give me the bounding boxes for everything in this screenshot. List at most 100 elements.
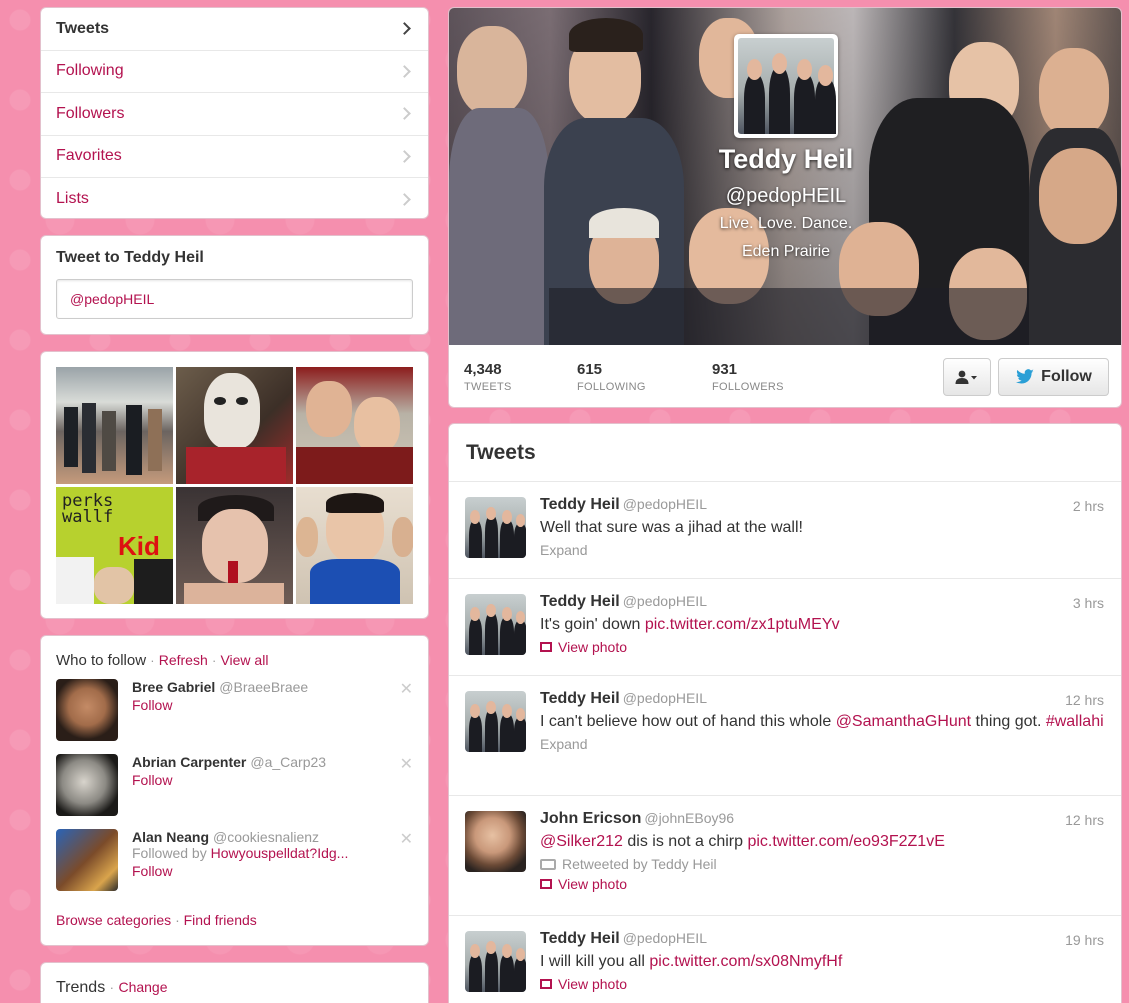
avatar[interactable]: [56, 679, 118, 741]
trends-title: Trends: [56, 979, 106, 996]
pic-link[interactable]: pic.twitter.com/zx1ptuMEYv: [645, 616, 840, 633]
nav-following-label: Following: [56, 62, 124, 80]
hashtag-link[interactable]: #wallahi: [1046, 713, 1104, 730]
change-trends-link[interactable]: Change: [118, 979, 167, 995]
separator: ·: [150, 653, 155, 668]
expand-link[interactable]: Expand: [540, 542, 1105, 558]
photo-thumb[interactable]: perks wallf Kid: [56, 487, 173, 604]
photo-thumb[interactable]: [176, 367, 293, 484]
tweet[interactable]: Teddy Heil @pedopHEIL 3 hrs It's goin' do…: [449, 579, 1121, 676]
close-icon[interactable]: ✕: [400, 754, 413, 774]
suggestion-name[interactable]: Bree Gabriel: [132, 679, 215, 695]
tweet-stream: Tweets Teddy Heil @pedopHEIL 2 hrs Well t…: [448, 423, 1122, 1003]
browse-categories-link[interactable]: Browse categories: [56, 912, 171, 928]
followed-by-label: Followed by: [132, 845, 207, 861]
tweet-timestamp[interactable]: 12 hrs: [1065, 692, 1104, 708]
stat-followers[interactable]: 931 FOLLOWERS: [712, 361, 824, 393]
tweet-author-name[interactable]: Teddy Heil: [540, 690, 620, 707]
find-friends-link[interactable]: Find friends: [184, 912, 257, 928]
stat-label: FOLLOWERS: [712, 381, 784, 393]
nav-favorites[interactable]: Favorites: [41, 136, 428, 178]
view-photo-link[interactable]: View photo: [540, 976, 1105, 992]
view-photo-link[interactable]: View photo: [540, 876, 1105, 892]
close-icon[interactable]: ✕: [400, 829, 413, 849]
profile-nav: Tweets Following Followers Favorites Lis…: [40, 7, 429, 219]
avatar[interactable]: [465, 931, 526, 992]
tweet[interactable]: John Ericson @johnEBoy96 12 hrs @Silker21…: [449, 796, 1121, 916]
tweet-author-handle: @pedopHEIL: [622, 930, 707, 946]
suggestion-name[interactable]: Abrian Carpenter: [132, 754, 246, 770]
avatar[interactable]: [465, 497, 526, 558]
stat-value: 4,348: [464, 361, 502, 378]
stat-following[interactable]: 615 FOLLOWING: [577, 361, 712, 393]
retweeted-by: Retweeted by Teddy Heil: [540, 856, 1105, 872]
separator: ·: [109, 980, 114, 995]
tweet-text: It's goin' down: [540, 616, 645, 633]
tweet[interactable]: Teddy Heil @pedopHEIL 2 hrs Well that sur…: [449, 482, 1121, 579]
tweet-to-input[interactable]: @pedopHEIL: [56, 279, 413, 319]
profile-name: Teddy Heil: [718, 144, 854, 174]
expand-link[interactable]: Expand: [540, 736, 1105, 752]
pic-link[interactable]: pic.twitter.com/eo93F2Z1vE: [747, 833, 944, 850]
profile-stats: 4,348 TWEETS 615 FOLLOWING 931 FOLLOWERS: [449, 345, 1121, 407]
photo-thumb[interactable]: [296, 367, 413, 484]
photo-thumb[interactable]: [176, 487, 293, 604]
follow-link[interactable]: Follow: [132, 772, 326, 788]
chevron-right-icon: [398, 192, 411, 206]
profile-header-image: Teddy Heil @pedopHEIL Live. Love. Dance.…: [449, 8, 1121, 345]
tweet-author-name[interactable]: Teddy Heil: [540, 496, 620, 513]
photo-thumb[interactable]: [56, 367, 173, 484]
chevron-right-icon: [398, 22, 411, 36]
profile-avatar[interactable]: [734, 34, 838, 138]
retweeted-by-label: Retweeted by Teddy Heil: [562, 856, 717, 872]
tweet-author-name[interactable]: John Ericson: [540, 810, 641, 827]
suggestion-item: Bree Gabriel @BraeeBraee Follow ✕: [56, 679, 413, 754]
nav-tweets[interactable]: Tweets: [41, 8, 428, 51]
avatar[interactable]: [465, 811, 526, 872]
chevron-right-icon: [398, 107, 411, 121]
close-icon[interactable]: ✕: [400, 679, 413, 699]
follow-button[interactable]: Follow: [998, 358, 1109, 396]
stat-label: TWEETS: [464, 381, 512, 393]
tweet-text: dis is not a chirp: [622, 833, 748, 850]
avatar[interactable]: [465, 594, 526, 655]
mention-link[interactable]: @Silker212: [540, 833, 623, 850]
suggestion-handle: @cookiesnalienz: [213, 829, 320, 845]
follow-link[interactable]: Follow: [132, 697, 308, 713]
tweet-timestamp[interactable]: 3 hrs: [1073, 595, 1104, 611]
photo-grid: perks wallf Kid: [40, 351, 429, 619]
stream-title: Tweets: [449, 424, 1121, 482]
separator: ·: [175, 912, 180, 928]
photo-thumb[interactable]: [296, 487, 413, 604]
tweet[interactable]: Teddy Heil @pedopHEIL 12 hrs I can't beli…: [449, 676, 1121, 796]
tweet-timestamp[interactable]: 12 hrs: [1065, 812, 1104, 828]
stat-tweets[interactable]: 4,348 TWEETS: [464, 361, 577, 393]
mention-link[interactable]: @SamanthaGHunt: [836, 713, 971, 730]
nav-following[interactable]: Following: [41, 51, 428, 93]
nav-lists[interactable]: Lists: [41, 178, 428, 218]
tweet[interactable]: Teddy Heil @pedopHEIL 19 hrs I will kill …: [449, 916, 1121, 1003]
avatar[interactable]: [56, 754, 118, 816]
follow-link[interactable]: Follow: [132, 863, 402, 879]
view-photo-link[interactable]: View photo: [540, 639, 1105, 655]
photo-icon: [540, 879, 552, 889]
tweet-author-name[interactable]: Teddy Heil: [540, 930, 620, 947]
photo-icon: [540, 979, 552, 989]
wtf-title: Who to follow: [56, 652, 147, 669]
tweet-timestamp[interactable]: 19 hrs: [1065, 932, 1104, 948]
view-all-link[interactable]: View all: [220, 652, 268, 668]
followed-by-link[interactable]: Howyouspelldat?Idg...: [211, 845, 349, 861]
who-to-follow: Who to follow · Refresh · View all Bree …: [40, 635, 429, 946]
avatar[interactable]: [465, 691, 526, 752]
tweet-timestamp[interactable]: 2 hrs: [1073, 498, 1104, 514]
suggestion-name[interactable]: Alan Neang: [132, 829, 209, 845]
nav-followers-label: Followers: [56, 104, 125, 122]
refresh-link[interactable]: Refresh: [159, 652, 208, 668]
avatar[interactable]: [56, 829, 118, 891]
nav-tweets-label: Tweets: [56, 19, 110, 37]
pic-link[interactable]: pic.twitter.com/sx08NmyfHf: [649, 953, 842, 970]
tweet-author-handle: @pedopHEIL: [622, 496, 707, 512]
user-actions-button[interactable]: [943, 358, 991, 396]
tweet-author-name[interactable]: Teddy Heil: [540, 593, 620, 610]
nav-followers[interactable]: Followers: [41, 93, 428, 136]
